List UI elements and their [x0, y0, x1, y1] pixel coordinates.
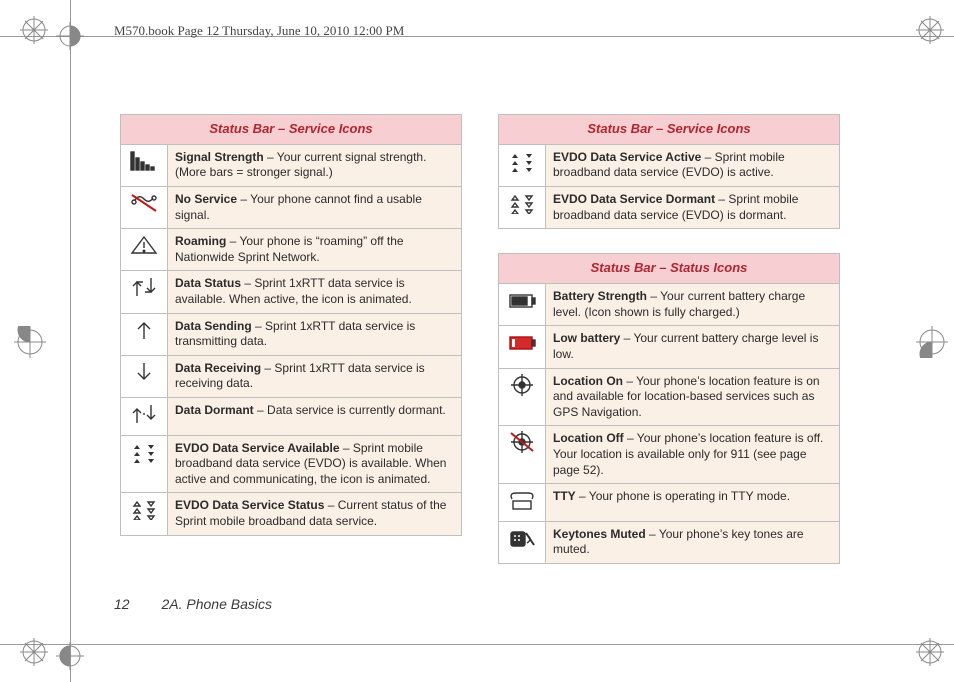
table-title: Status Bar – Service Icons — [121, 115, 462, 145]
location-off-icon — [499, 426, 546, 484]
row-description: Keytones Muted – Your phone’s key tones … — [546, 521, 840, 563]
keytones-muted-icon — [499, 521, 546, 563]
row-term: Low battery — [553, 331, 620, 345]
row-term: Data Sending — [175, 319, 252, 333]
registration-icon — [20, 638, 48, 666]
evdo-dormant-icon — [499, 187, 546, 229]
row-term: Location Off — [553, 431, 624, 445]
row-description: Data Dormant – Data service is currently… — [168, 398, 462, 436]
crop-halfmark-icon — [916, 326, 948, 358]
row-term: EVDO Data Service Active — [553, 150, 701, 164]
row-description: EVDO Data Service Available – Sprint mob… — [168, 435, 462, 493]
row-term: EVDO Data Service Available — [175, 441, 340, 455]
table-row: Roaming – Your phone is “roaming” off th… — [121, 229, 462, 271]
row-description: Location On – Your phone’s location feat… — [546, 368, 840, 426]
row-description: TTY – Your phone is operating in TTY mod… — [546, 484, 840, 522]
crop-center-icon — [56, 22, 84, 50]
registration-icon — [20, 16, 48, 44]
table-row: Signal Strength – Your current signal st… — [121, 144, 462, 186]
table-row: Data Receiving – Sprint 1xRTT data servi… — [121, 355, 462, 397]
table-row: Location On – Your phone’s location feat… — [499, 368, 840, 426]
running-header: M570.book Page 12 Thursday, June 10, 201… — [114, 23, 404, 39]
battery-low-icon — [499, 326, 546, 368]
no-service-icon — [121, 187, 168, 229]
table-row: Data Dormant – Data service is currently… — [121, 398, 462, 436]
crop-halfmark-icon — [14, 326, 46, 358]
crop-vertical-line — [70, 0, 71, 682]
table-row: Keytones Muted – Your phone’s key tones … — [499, 521, 840, 563]
row-description: Location Off – Your phone’s location fea… — [546, 426, 840, 484]
data-sending-icon — [121, 313, 168, 355]
page-footer: 12 2A. Phone Basics — [114, 596, 272, 612]
table-row: EVDO Data Service Active – Sprint mobile… — [499, 144, 840, 186]
data-receiving-icon — [121, 355, 168, 397]
row-description: Data Sending – Sprint 1xRTT data service… — [168, 313, 462, 355]
evdo-available-icon — [121, 435, 168, 493]
evdo-status-icon — [121, 493, 168, 535]
table-row: Data Sending – Sprint 1xRTT data service… — [121, 313, 462, 355]
data-status-icon — [121, 271, 168, 313]
row-description: EVDO Data Service Dormant – Sprint mobil… — [546, 187, 840, 229]
row-term: Data Dormant — [175, 403, 254, 417]
row-term: Location On — [553, 374, 623, 388]
tty-icon — [499, 484, 546, 522]
row-term: Roaming — [175, 234, 226, 248]
row-description: Signal Strength – Your current signal st… — [168, 144, 462, 186]
row-description: Roaming – Your phone is “roaming” off th… — [168, 229, 462, 271]
row-term: Keytones Muted — [553, 527, 646, 541]
row-term: Data Receiving — [175, 361, 261, 375]
row-term: EVDO Data Service Status — [175, 498, 324, 512]
row-text: – Data service is currently dormant. — [254, 403, 446, 417]
signal-bars-icon — [121, 144, 168, 186]
row-description: No Service – Your phone cannot find a us… — [168, 187, 462, 229]
table-row: No Service – Your phone cannot find a us… — [121, 187, 462, 229]
crop-center-icon — [56, 642, 84, 670]
row-description: Data Receiving – Sprint 1xRTT data servi… — [168, 355, 462, 397]
row-term: Signal Strength — [175, 150, 264, 164]
battery-full-icon — [499, 284, 546, 326]
registration-icon — [916, 16, 944, 44]
evdo-active-icon — [499, 144, 546, 186]
table-row: Battery Strength – Your current battery … — [499, 284, 840, 326]
row-term: Battery Strength — [553, 289, 647, 303]
row-term: Data Status — [175, 276, 241, 290]
registration-icon — [916, 638, 944, 666]
roaming-icon — [121, 229, 168, 271]
table-row: Location Off – Your phone’s location fea… — [499, 426, 840, 484]
service-icons-table-right: Status Bar – Service Icons EVDO Data Ser… — [498, 114, 840, 229]
data-dormant-icon — [121, 398, 168, 436]
row-term: TTY — [553, 489, 576, 503]
row-description: Data Status – Sprint 1xRTT data service … — [168, 271, 462, 313]
table-row: TTY – Your phone is operating in TTY mod… — [499, 484, 840, 522]
row-term: No Service — [175, 192, 237, 206]
row-text: – Your phone is operating in TTY mode. — [576, 489, 790, 503]
table-row: EVDO Data Service Dormant – Sprint mobil… — [499, 187, 840, 229]
table-row: EVDO Data Service Status – Current statu… — [121, 493, 462, 535]
page-content: Status Bar – Service Icons Signal Streng… — [120, 114, 840, 564]
table-title: Status Bar – Status Icons — [499, 254, 840, 284]
row-term: EVDO Data Service Dormant — [553, 192, 715, 206]
section-title: 2A. Phone Basics — [161, 596, 272, 612]
location-on-icon — [499, 368, 546, 426]
row-description: EVDO Data Service Active – Sprint mobile… — [546, 144, 840, 186]
table-row: EVDO Data Service Available – Sprint mob… — [121, 435, 462, 493]
page-number: 12 — [114, 596, 130, 612]
service-icons-table-left: Status Bar – Service Icons Signal Streng… — [120, 114, 462, 536]
status-icons-table: Status Bar – Status Icons Battery Streng… — [498, 253, 840, 564]
table-title: Status Bar – Service Icons — [499, 115, 840, 145]
crop-horizontal-bottom — [0, 644, 954, 645]
table-row: Data Status – Sprint 1xRTT data service … — [121, 271, 462, 313]
row-description: Battery Strength – Your current battery … — [546, 284, 840, 326]
table-row: Low battery – Your current battery charg… — [499, 326, 840, 368]
row-description: Low battery – Your current battery charg… — [546, 326, 840, 368]
row-description: EVDO Data Service Status – Current statu… — [168, 493, 462, 535]
